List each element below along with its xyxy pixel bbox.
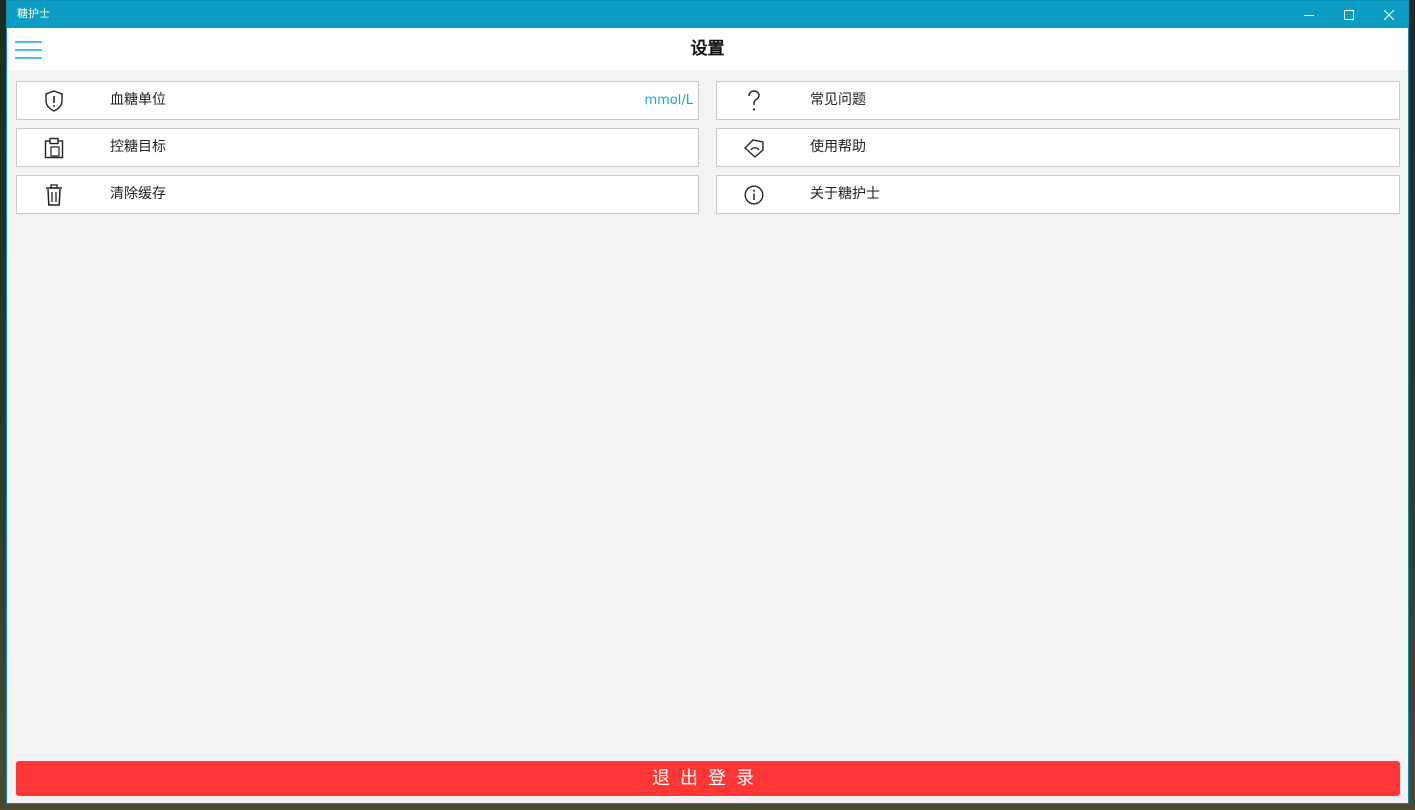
setting-label: 清除缓存 (110, 186, 166, 202)
setting-label: 使用帮助 (810, 139, 866, 155)
setting-faq[interactable]: 常见问题 (716, 81, 1400, 120)
app-window: 糖护士 设置 血糖单位 mmol/L 控糖目标 清除缓存 常见问题 使用帮助 关… (6, 0, 1409, 804)
hamburger-menu-icon (15, 41, 42, 59)
setting-about[interactable]: 关于糖护士 (716, 175, 1400, 214)
setting-glucose-target[interactable]: 控糖目标 (16, 128, 699, 167)
window-title: 糖护士 (17, 7, 50, 20)
trash-icon (43, 184, 65, 206)
shield-alert-icon (43, 90, 65, 112)
glucose-unit-value: mmol/L (644, 93, 693, 108)
maximize-button[interactable] (1329, 1, 1369, 28)
question-mark-icon (743, 90, 765, 112)
info-icon (743, 184, 765, 206)
tag-help-icon (743, 137, 765, 159)
minimize-icon (1304, 14, 1314, 16)
setting-label: 血糖单位 (110, 92, 166, 108)
setting-label: 常见问题 (810, 92, 866, 108)
close-button[interactable] (1369, 1, 1409, 28)
setting-label: 关于糖护士 (810, 186, 880, 202)
logout-button[interactable]: 退出登录 (16, 761, 1400, 796)
setting-label: 控糖目标 (110, 139, 166, 155)
hamburger-menu-button[interactable] (15, 40, 43, 60)
setting-help[interactable]: 使用帮助 (716, 128, 1400, 167)
close-icon (1384, 9, 1394, 20)
page-header: 设置 (7, 28, 1408, 70)
page-title: 设置 (690, 39, 725, 59)
setting-glucose-unit[interactable]: 血糖单位 mmol/L (16, 81, 699, 120)
minimize-button[interactable] (1289, 1, 1329, 28)
setting-clear-cache[interactable]: 清除缓存 (16, 175, 699, 214)
title-bar[interactable]: 糖护士 (7, 1, 1408, 28)
clipboard-target-icon (43, 137, 65, 159)
maximize-icon (1344, 9, 1354, 20)
